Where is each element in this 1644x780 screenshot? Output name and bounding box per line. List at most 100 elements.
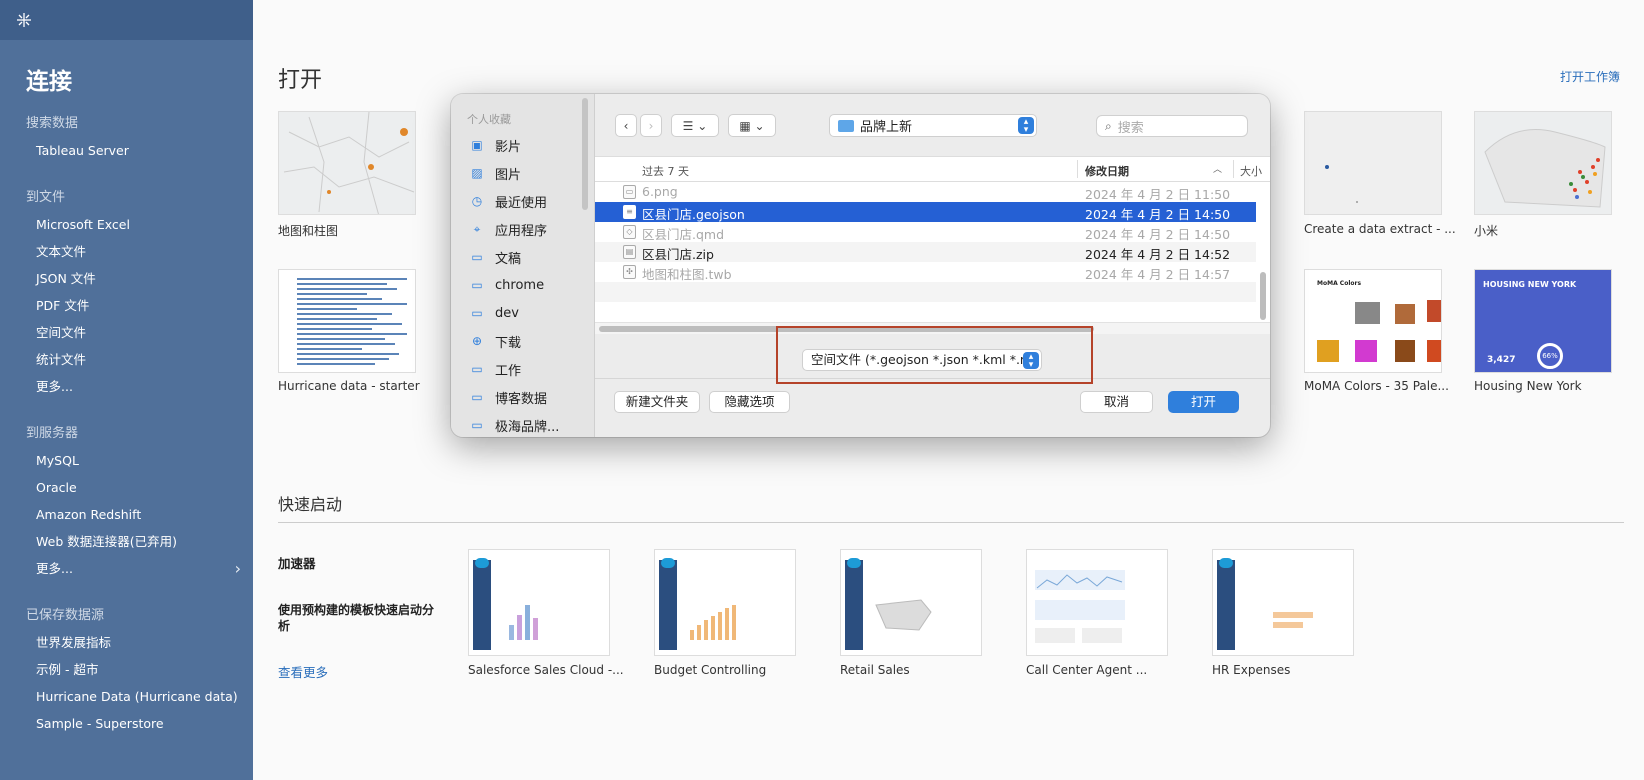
forward-button[interactable]: › (640, 114, 662, 137)
file-row[interactable]: ▤ 区县门店.zip 2024 年 4 月 2 日 14:52 (595, 242, 1256, 262)
workbook-label[interactable]: 地图和柱图 (278, 222, 338, 239)
sidebar-item-saved-source[interactable]: Sample - Superstore (0, 710, 253, 737)
chevron-right-icon: › (648, 118, 654, 133)
favorite-movies[interactable]: ▣ 影片 (451, 131, 594, 159)
bar-chart-thumbnail-image (297, 278, 407, 365)
workbook-thumbnail[interactable] (1474, 111, 1612, 215)
file-type-select[interactable]: 空间文件 (*.geojson *.json *.kml *.m... ▴ ▾ (802, 349, 1042, 371)
sidebar-item-redshift[interactable]: Amazon Redshift (0, 501, 253, 528)
file-name: 6.png (642, 184, 678, 199)
sidebar-scrollbar[interactable] (582, 98, 588, 210)
sidebar-item-spatial-file[interactable]: 空间文件 (0, 319, 253, 346)
size-column-header[interactable]: 大小 (1240, 163, 1262, 179)
favorite-pictures[interactable]: ▨ 图片 (451, 159, 594, 187)
china-map-thumbnail-image (1484, 129, 1606, 208)
workbook-label[interactable]: Hurricane data - starter (278, 379, 420, 393)
chevron-right-icon: › (234, 559, 241, 578)
divider (278, 522, 1624, 523)
download-icon: ⊕ (471, 334, 483, 348)
workbook-thumbnail[interactable] (1304, 111, 1442, 215)
sidebar-item-mysql[interactable]: MySQL (0, 447, 253, 474)
file-list-vertical-scrollbar[interactable] (1260, 272, 1266, 320)
date-column-header[interactable]: 修改日期 (1085, 163, 1129, 179)
accelerator-label[interactable]: Retail Sales (840, 663, 910, 677)
file-row[interactable]: ✣ 地图和柱图.twb 2024 年 4 月 2 日 14:57 (595, 262, 1256, 282)
favorite-label: 博客数据 (495, 391, 548, 407)
salesforce-chart-image (509, 605, 538, 640)
accelerator-thumbnail[interactable] (654, 549, 796, 656)
workbook-label[interactable]: MoMA Colors - 35 Pale... (1304, 379, 1449, 393)
sidebar-item-oracle[interactable]: Oracle (0, 474, 253, 501)
chevron-left-icon: ‹ (623, 118, 629, 133)
sidebar-item-stat-file[interactable]: 统计文件 (0, 346, 253, 373)
name-column-header[interactable]: 过去 7 天 (642, 163, 689, 179)
sidebar-item-web-connector[interactable]: Web 数据连接器(已弃用) (0, 528, 253, 555)
column-divider (1077, 160, 1078, 178)
sidebar-item-saved-source[interactable]: 示例 - 超市 (0, 656, 253, 683)
favorite-brand-folder[interactable]: ▭ 极海品牌... (451, 411, 594, 437)
file-name: 区县门店.geojson (642, 207, 745, 222)
accelerator-label[interactable]: Call Center Agent ... (1026, 663, 1147, 677)
sidebar-topbar (0, 0, 253, 40)
favorite-documents[interactable]: ▭ 文稿 (451, 243, 594, 271)
sidebar-item-saved-source[interactable]: 世界发展指标 (0, 629, 253, 656)
sidebar-item-text-file[interactable]: 文本文件 (0, 238, 253, 265)
favorite-label: 极海品牌... (495, 419, 560, 435)
sidebar-item-pdf-file[interactable]: PDF 文件 (0, 292, 253, 319)
sidebar-item-more-servers[interactable]: 更多... › (0, 555, 253, 582)
current-folder-select[interactable]: 品牌上新 ▴ ▾ (829, 114, 1037, 137)
workbook-label[interactable]: Create a data extract - ... (1304, 222, 1456, 236)
accelerator-thumbnail[interactable] (468, 549, 610, 656)
file-row-selected[interactable]: ≡ 区县门店.geojson 2024 年 4 月 2 日 14:50 (595, 202, 1256, 222)
section-saved-sources: 已保存数据源 世界发展指标 示例 - 超市 Hurricane Data (Hu… (0, 604, 253, 737)
sidebar-item-json-file[interactable]: JSON 文件 (0, 265, 253, 292)
gallery-view-button[interactable]: ▦ ⌄ (728, 114, 776, 137)
new-folder-button[interactable]: 新建文件夹 (614, 391, 700, 413)
favorite-applications[interactable]: ⌖ 应用程序 (451, 215, 594, 243)
accelerator-label[interactable]: Budget Controlling (654, 663, 766, 677)
workbook-thumbnail[interactable] (278, 111, 416, 215)
favorite-downloads[interactable]: ⊕ 下载 (451, 327, 594, 355)
file-date: 2024 年 4 月 2 日 14:50 (1085, 207, 1231, 222)
folder-icon: ▭ (471, 278, 483, 292)
sidebar-item-tableau-server[interactable]: Tableau Server (0, 137, 253, 164)
favorite-blog-data[interactable]: ▭ 博客数据 (451, 383, 594, 411)
list-view-button[interactable]: ☰ ⌄ (671, 114, 719, 137)
file-row[interactable]: ◇ 区县门店.qmd 2024 年 4 月 2 日 14:50 (595, 222, 1256, 242)
hr-chart-image (1273, 612, 1313, 628)
workbook-thumbnail[interactable]: MoMA Colors (1304, 269, 1442, 373)
sidebar-item-saved-source[interactable]: Hurricane Data (Hurricane data) (0, 683, 253, 710)
accelerator-thumbnail[interactable] (840, 549, 982, 656)
retail-map-image (875, 599, 932, 631)
see-more-link[interactable]: 查看更多 (278, 662, 328, 681)
file-list-horizontal-scrollbar[interactable] (599, 326, 1094, 332)
sidebar-title: 连接 (26, 69, 72, 95)
updown-chevron-icon: ▴ ▾ (1023, 352, 1039, 370)
sidebar-item-more-files[interactable]: 更多... (0, 373, 253, 400)
current-folder-name: 品牌上新 (860, 120, 913, 135)
favorite-dev[interactable]: ▭ dev (451, 299, 594, 327)
search-field[interactable]: ⌕ 搜索 (1096, 115, 1248, 137)
accelerator-label[interactable]: Salesforce Sales Cloud -... (468, 663, 624, 677)
accelerator-thumbnail[interactable] (1212, 549, 1354, 656)
workbook-label[interactable]: Housing New York (1474, 379, 1582, 393)
hide-options-button[interactable]: 隐藏选项 (709, 391, 790, 413)
favorite-recents[interactable]: ◷ 最近使用 (451, 187, 594, 215)
tableau-logo-icon[interactable] (14, 10, 34, 30)
workbook-thumbnail[interactable]: HOUSING NEW YORK 3,427 66% (1474, 269, 1612, 373)
favorite-chrome[interactable]: ▭ chrome (451, 271, 594, 299)
favorite-work[interactable]: ▭ 工作 (451, 355, 594, 383)
accelerator-thumbnail[interactable] (1026, 549, 1168, 656)
list-view-icon: ☰ ⌄ (682, 118, 708, 133)
section-to-server: 到服务器 MySQL Oracle Amazon Redshift Web 数据… (0, 422, 253, 582)
cancel-button[interactable]: 取消 (1080, 391, 1153, 413)
file-row[interactable]: ▭ 6.png 2024 年 4 月 2 日 11:50 (595, 182, 1256, 202)
workbook-label[interactable]: 小米 (1474, 222, 1498, 239)
open-button[interactable]: 打开 (1168, 391, 1239, 413)
folder-icon: ▭ (471, 390, 483, 404)
sidebar-item-excel[interactable]: Microsoft Excel (0, 211, 253, 238)
back-button[interactable]: ‹ (615, 114, 637, 137)
open-workbook-link[interactable]: 打开工作簿 (1560, 68, 1620, 85)
accelerator-label[interactable]: HR Expenses (1212, 663, 1290, 677)
workbook-thumbnail[interactable] (278, 269, 416, 373)
